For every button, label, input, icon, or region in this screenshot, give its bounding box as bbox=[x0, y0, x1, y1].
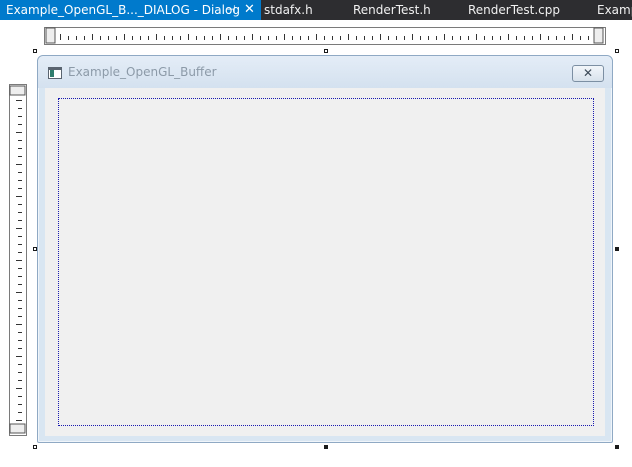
resize-handle-top-right[interactable] bbox=[615, 49, 619, 53]
document-tab-bar: Example_OpenGL_B..._DIALOG - Dialog ⊣ ✕ … bbox=[0, 0, 632, 20]
pin-icon[interactable]: ⊣ bbox=[226, 0, 236, 20]
tab-label: RenderTest.cpp bbox=[468, 3, 560, 17]
close-icon[interactable]: ✕ bbox=[244, 0, 255, 20]
dialog-window-icon bbox=[48, 67, 62, 79]
close-icon: ✕ bbox=[582, 66, 594, 80]
vertical-ruler[interactable] bbox=[9, 84, 27, 436]
dialog-window[interactable]: Example_OpenGL_Buffer ✕ bbox=[37, 55, 613, 443]
tab-rendertest-cpp[interactable]: RenderTest.cpp bbox=[468, 0, 560, 20]
ruler-start-marker[interactable] bbox=[9, 85, 26, 96]
resize-handle-right[interactable] bbox=[615, 247, 619, 251]
tab-label: Example_OpenGL_B..._DIALOG - Dialog bbox=[6, 3, 240, 17]
tab-label: stdafx.h bbox=[264, 3, 313, 17]
resize-handle-bottom-left[interactable] bbox=[33, 445, 37, 449]
horizontal-ruler[interactable] bbox=[44, 27, 606, 45]
tab-stdafx-h[interactable]: stdafx.h bbox=[264, 0, 313, 20]
resize-handle-bottom-right[interactable] bbox=[615, 445, 619, 449]
resize-handle-top-left[interactable] bbox=[33, 49, 37, 53]
dialog-title: Example_OpenGL_Buffer bbox=[68, 65, 217, 79]
dialog-client-area[interactable] bbox=[45, 88, 605, 436]
dialog-close-button[interactable]: ✕ bbox=[572, 65, 604, 82]
ruler-start-marker[interactable] bbox=[45, 27, 56, 44]
tab-dialog-resource[interactable]: Example_OpenGL_B..._DIALOG - Dialog ⊣ ✕ bbox=[0, 0, 261, 20]
dialog-title-bar[interactable]: Example_OpenGL_Buffer ✕ bbox=[38, 56, 612, 88]
tab-label: RenderTest.h bbox=[353, 3, 431, 17]
resize-handle-bottom[interactable] bbox=[324, 445, 328, 449]
tab-label: Examp bbox=[597, 3, 632, 17]
resize-handle-top[interactable] bbox=[324, 49, 328, 53]
dialog-margin-guide bbox=[58, 98, 594, 426]
tab-example-overflow[interactable]: Examp bbox=[597, 0, 632, 20]
ruler-end-marker[interactable] bbox=[9, 423, 26, 434]
ruler-end-marker[interactable] bbox=[593, 27, 604, 44]
tab-rendertest-h[interactable]: RenderTest.h bbox=[353, 0, 431, 20]
